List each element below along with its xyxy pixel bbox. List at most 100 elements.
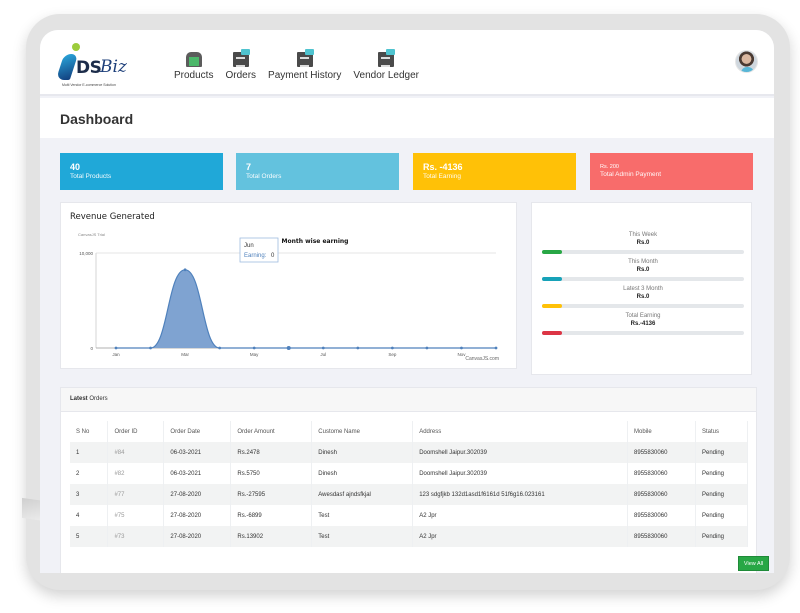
earning-progress-fill <box>542 250 563 254</box>
earning-row: This Week Rs.0 <box>542 232 744 254</box>
earning-amount: Rs.0 <box>636 267 650 273</box>
canvasjs-trial-label: CanvasJS Trial <box>78 232 105 237</box>
stat-card-total-admin-payment[interactable]: Rs. 200 Total Admin Payment <box>590 153 753 190</box>
table-cell: Pending <box>695 484 749 505</box>
nav-label: Payment History <box>268 70 342 81</box>
table-cell: 27-08-2020 <box>163 505 232 526</box>
nav-payment-history[interactable]: Payment History <box>268 49 342 81</box>
earning-row: This Month Rs.0 <box>542 259 744 281</box>
page-title-bar: Dashboard <box>40 98 774 138</box>
chart-title: Month wise earning <box>282 238 349 245</box>
logo-text: DS <box>76 58 102 78</box>
data-point <box>286 346 291 350</box>
table-header-row: S No Order ID Order Date Order Amount Custom… <box>70 421 749 442</box>
earning-progress-fill <box>542 331 563 335</box>
logo-suffix: Biz <box>100 57 127 77</box>
table-cell[interactable]: #82 <box>107 463 165 484</box>
revenue-chart: CanvasJS Trial010,000Jan Mar May Jul Sep NovM… <box>78 232 499 362</box>
table-cell: Rs.5750 <box>230 463 313 484</box>
data-point <box>425 346 429 350</box>
table-cell[interactable]: #84 <box>107 442 165 463</box>
x-tick-label: Sep <box>388 352 397 357</box>
earning-progress-fill <box>542 304 563 308</box>
app-screen: DS Biz Multi Vendor E-commerce Solution … <box>40 30 774 573</box>
earning-progress-fill <box>542 277 563 281</box>
table-cell: A2 Jpr <box>412 526 629 547</box>
column-header[interactable]: S No <box>70 421 109 442</box>
logo-i-mark <box>55 54 79 80</box>
latest-orders-panel: Latest Orders S No Order ID Order Date Orde… <box>60 387 769 573</box>
view-all-button[interactable]: View All <box>738 556 769 571</box>
brand-logo[interactable]: DS Biz Multi Vendor E-commerce Solution <box>55 40 138 88</box>
nav-vendor-ledger[interactable]: Vendor Ledger <box>353 49 420 81</box>
column-header[interactable]: Address <box>412 421 629 442</box>
latest-orders-title: Latest Orders <box>70 396 108 402</box>
x-tick-label: Jan <box>112 352 120 357</box>
table-cell: Test <box>311 526 414 547</box>
revenue-panel: CanvasJS Trial 0 10,000 Jan Mar May Jul Sep Nov M… <box>60 202 517 369</box>
table-cell: Dinesh <box>311 463 414 484</box>
orders-icon <box>232 49 250 67</box>
table-cell[interactable]: #75 <box>107 505 165 526</box>
column-header[interactable]: Order Amount <box>230 421 313 442</box>
column-header[interactable]: Status <box>695 421 749 442</box>
column-header[interactable]: Mobile <box>627 421 696 442</box>
stat-card-total-products[interactable]: 40 Total Products <box>60 153 223 190</box>
x-tick-label: May <box>250 352 259 357</box>
table-cell: Pending <box>695 526 749 547</box>
table-cell: 8955830060 <box>627 505 696 526</box>
table-cell: Rs.2478 <box>230 442 313 463</box>
table-cell: Test <box>311 505 414 526</box>
partially-hidden-row <box>70 572 748 573</box>
logo-dot <box>72 43 80 51</box>
table-cell: Doomshell Jaipur.302039 <box>412 442 629 463</box>
stat-card-total-orders[interactable]: 7 Total Orders <box>236 153 399 190</box>
table-cell: Dinesh <box>311 442 414 463</box>
data-point <box>390 346 394 350</box>
table-cell: A2 Jpr <box>412 505 629 526</box>
table-row[interactable]: 2 #82 06-03-2021 Rs.5750 Dinesh Doomshell Jai… <box>70 463 749 484</box>
top-navbar: DS Biz Multi Vendor E-commerce Solution … <box>40 30 774 96</box>
main-nav: Products Orders Payment History Vendor L… <box>174 49 431 81</box>
table-row[interactable]: 1 #84 06-03-2021 Rs.2478 Dinesh Doomshell Jai… <box>70 442 749 463</box>
stat-caption: Total Products <box>70 173 112 180</box>
nav-products[interactable]: Products <box>174 52 213 81</box>
table-cell: Doomshell Jaipur.302039 <box>412 463 629 484</box>
table-row[interactable]: 3 #77 27-08-2020 Rs.-27595 Awesdasf ajndsfkj… <box>70 484 749 505</box>
page-title: Dashboard <box>60 111 134 127</box>
table-row[interactable]: 4 #75 27-08-2020 Rs.-6899 Test A2 Jpr 89558300… <box>70 505 749 526</box>
earning-amount: Rs.0 <box>636 294 650 300</box>
stat-value: 40 <box>70 162 81 172</box>
table-row[interactable]: 5 #73 27-08-2020 Rs.13902 Test A2 Jpr 89558300… <box>70 526 749 547</box>
earning-progress-bar <box>542 304 744 308</box>
nav-label: Vendor Ledger <box>353 70 420 81</box>
column-header[interactable]: Custome Name <box>311 421 414 442</box>
table-cell: Pending <box>695 505 749 526</box>
nav-orders[interactable]: Orders <box>225 49 257 81</box>
table-cell[interactable]: #77 <box>107 484 165 505</box>
stat-value: Rs. 200 <box>600 164 619 170</box>
nav-label: Orders <box>225 70 257 81</box>
table-cell: 06-03-2021 <box>163 442 232 463</box>
earning-label: This Week <box>628 232 658 238</box>
table-cell: Awesdasf ajndsfkjal <box>311 484 414 505</box>
table-cell: Rs.13902 <box>230 526 313 547</box>
column-header[interactable]: Order ID <box>107 421 165 442</box>
column-header[interactable]: Order Date <box>163 421 232 442</box>
table-cell: 5 <box>70 526 109 547</box>
table-cell: 4 <box>70 505 109 526</box>
table-cell: Pending <box>695 463 749 484</box>
table-cell: 8955830060 <box>627 463 696 484</box>
table-cell: 27-08-2020 <box>163 526 232 547</box>
logo-tagline: Multi Vendor E-commerce Solution <box>62 83 116 87</box>
earning-label: This Month <box>628 259 658 265</box>
data-point <box>149 346 152 350</box>
data-point <box>218 346 222 350</box>
earning-progress-bar <box>542 250 744 254</box>
user-avatar[interactable] <box>735 50 758 73</box>
data-point <box>252 346 256 350</box>
stat-card-total-earning[interactable]: Rs. -4136 Total Earning <box>413 153 576 190</box>
data-point <box>321 346 325 350</box>
stat-caption: Total Orders <box>246 173 282 180</box>
table-cell[interactable]: #73 <box>107 526 165 547</box>
